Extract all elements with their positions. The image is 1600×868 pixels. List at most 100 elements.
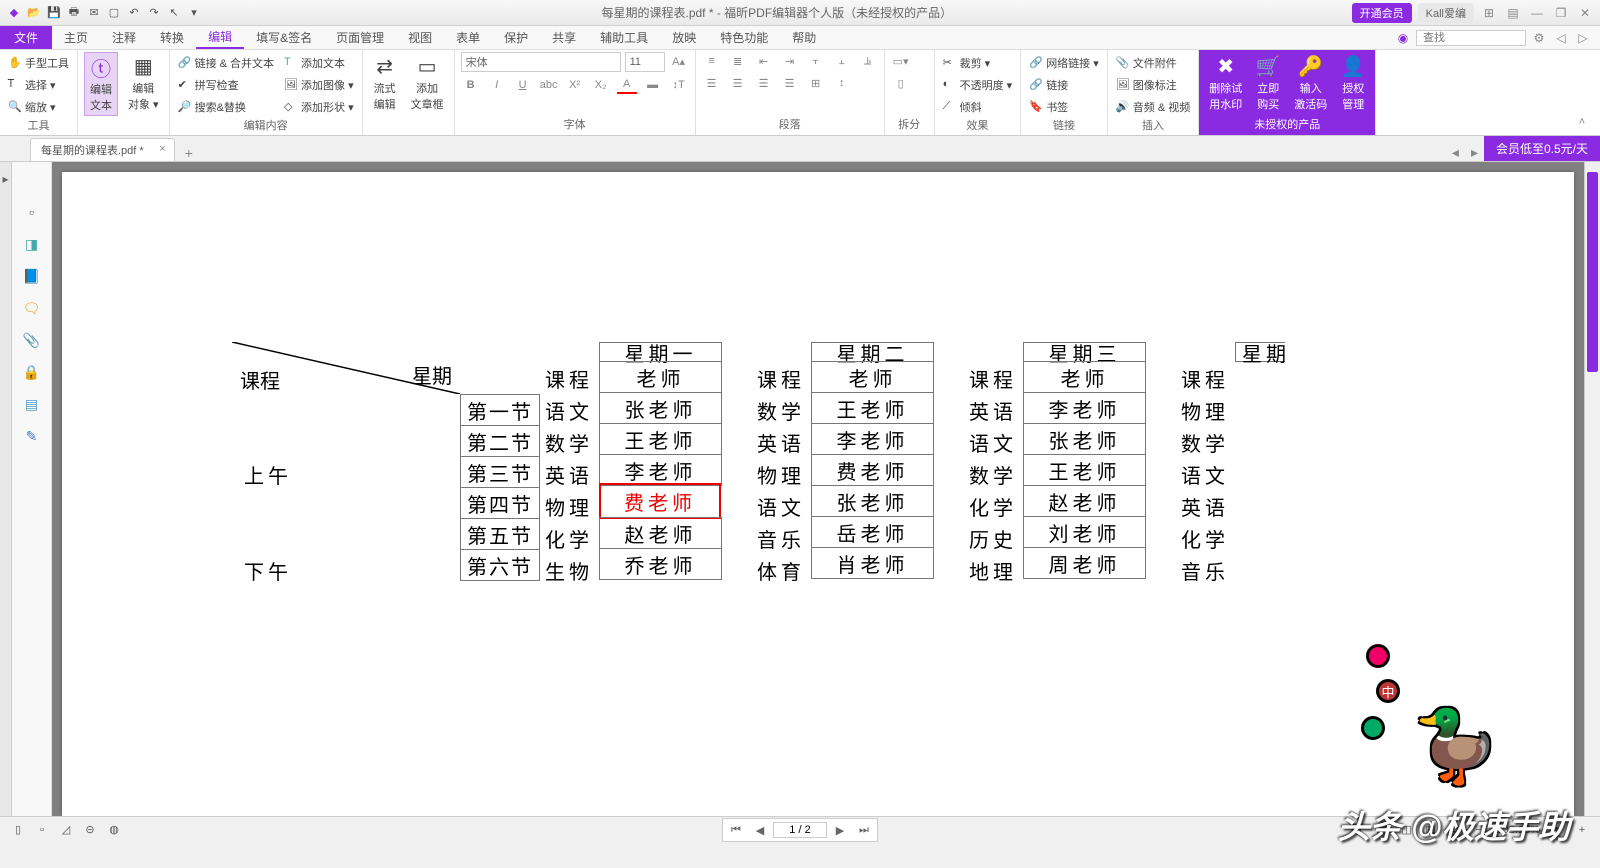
pdf-page[interactable]: 课程 星期 上午 下午 第一节 第二节 第三节 第四节 [62, 172, 1574, 816]
align-top-icon[interactable]: ⫟ [806, 52, 826, 70]
license-mgmt-button[interactable]: 👤授权 管理 [1337, 52, 1369, 114]
tilt-button[interactable]: ⟋倾斜 [941, 98, 1015, 116]
font-size-select[interactable] [625, 52, 665, 72]
member-banner[interactable]: 会员低至0.5元/天 [1484, 136, 1600, 161]
distribute-icon[interactable]: ⊞ [806, 74, 826, 92]
menu-view[interactable]: 视图 [396, 26, 444, 49]
subscript-icon[interactable]: X₂ [591, 76, 611, 94]
page-canvas[interactable]: 课程 星期 上午 下午 第一节 第二节 第三节 第四节 [52, 162, 1584, 816]
bullet-list-icon[interactable]: ≡ [702, 52, 722, 70]
split-h-icon[interactable]: ▭▾ [891, 52, 911, 70]
align-center-icon[interactable]: ☰ [728, 74, 748, 92]
buy-now-button[interactable]: 🛒立即 购买 [1252, 52, 1284, 114]
grid-icon[interactable]: ⊞ [1480, 4, 1498, 22]
remove-watermark-button[interactable]: ✖删除试 用水印 [1205, 52, 1246, 114]
panel-book-icon[interactable]: 📘 [22, 266, 42, 286]
member-badge[interactable]: 开通会员 [1352, 3, 1412, 23]
menu-comment[interactable]: 注释 [100, 26, 148, 49]
ribbon-collapse-icon[interactable]: ˄ [1572, 113, 1592, 131]
outdent-icon[interactable]: ⇤ [754, 52, 774, 70]
email-icon[interactable]: ✉ [86, 5, 102, 21]
panel-sig-icon[interactable]: ✎ [22, 426, 42, 446]
add-image-button[interactable]: 🖼添加图像 ▾ [282, 76, 356, 94]
doc-tab[interactable]: 每星期的课程表.pdf *× [30, 138, 175, 161]
menu-convert[interactable]: 转换 [148, 26, 196, 49]
vertical-scrollbar[interactable] [1584, 162, 1600, 816]
italic-icon[interactable]: I [487, 76, 507, 94]
highlight-icon[interactable]: ▬ [643, 76, 663, 94]
close-tab-icon[interactable]: × [159, 143, 165, 155]
justify-icon[interactable]: ☰ [780, 74, 800, 92]
weblink-button[interactable]: 🔗网络链接 ▾ [1027, 54, 1101, 72]
menu-form[interactable]: 表单 [444, 26, 492, 49]
menu-edit[interactable]: 编辑 [196, 26, 244, 49]
nav-next-icon[interactable]: ▷ [1574, 29, 1592, 47]
select-tool-button[interactable]: Ꭲ选择 ▾ [6, 76, 71, 94]
align-left-icon[interactable]: ☰ [702, 74, 722, 92]
split-v-icon[interactable]: ▯ [891, 74, 911, 92]
search-opts-icon[interactable]: ⚙ [1530, 29, 1548, 47]
article-box-button[interactable]: ▭添加 文章框 [407, 52, 448, 114]
menu-share[interactable]: 共享 [540, 26, 588, 49]
number-list-icon[interactable]: ≣ [728, 52, 748, 70]
restore-icon[interactable]: ❐ [1552, 4, 1570, 22]
first-page-icon[interactable]: ⏮ [725, 821, 747, 839]
menu-access[interactable]: 辅助工具 [588, 26, 660, 49]
add-shape-button[interactable]: ◇添加形状 ▾ [282, 98, 356, 116]
font-family-select[interactable] [461, 52, 621, 72]
spacing-icon[interactable]: ↕T [669, 76, 689, 94]
menu-help[interactable]: 帮助 [780, 26, 828, 49]
prev-page-icon[interactable]: ◀ [749, 821, 771, 839]
zoom-tool-button[interactable]: 🔍缩放 ▾ [6, 98, 71, 116]
zoom-in-icon[interactable]: + [1572, 821, 1592, 839]
redo-icon[interactable]: ↷ [146, 5, 162, 21]
superscript-icon[interactable]: X² [565, 76, 585, 94]
link-merge-button[interactable]: 🔗链接 & 合并文本 [176, 54, 276, 72]
panel-attach-icon[interactable]: 📎 [22, 330, 42, 350]
bold-icon[interactable]: B [461, 76, 481, 94]
line-spacing-icon[interactable]: ↕ [832, 74, 852, 92]
opacity-button[interactable]: ◐不透明度 ▾ [941, 76, 1015, 94]
panel-pages-icon[interactable]: ◨ [22, 234, 42, 254]
grow-font-icon[interactable]: A▴ [669, 52, 689, 70]
new-icon[interactable]: ▢ [106, 5, 122, 21]
sb-icon[interactable]: ◍ [104, 821, 124, 839]
font-color-icon[interactable]: A [617, 76, 637, 94]
scroll-thumb[interactable] [1587, 172, 1598, 372]
left-collapse-handle[interactable]: ▸ [0, 162, 12, 816]
user-badge[interactable]: Kall爱编 [1418, 3, 1474, 23]
tabs-scroll-right-icon[interactable]: ▸ [1465, 144, 1484, 161]
undo-icon[interactable]: ↶ [126, 5, 142, 21]
sb-icon[interactable]: ◿ [56, 821, 76, 839]
teacher-cell-highlighted[interactable]: 费老师 [599, 483, 721, 519]
edit-text-button[interactable]: ⓣ编辑 文本 [84, 52, 118, 116]
menu-protect[interactable]: 保护 [492, 26, 540, 49]
sb-icon[interactable]: ▯ [8, 821, 28, 839]
last-page-icon[interactable]: ⏭ [853, 821, 875, 839]
next-page-icon[interactable]: ▶ [829, 821, 851, 839]
search-input[interactable] [1416, 30, 1526, 46]
edit-object-button[interactable]: ▦编辑 对象 ▾ [124, 52, 163, 114]
qat-dropdown-icon[interactable]: ▾ [186, 5, 202, 21]
layout-icon[interactable]: ▤ [1504, 4, 1522, 22]
crop-button[interactable]: ✂裁剪 ▾ [941, 54, 1015, 72]
tabs-scroll-left-icon[interactable]: ◂ [1446, 144, 1465, 161]
file-menu[interactable]: 文件 [0, 26, 52, 49]
panel-lock-icon[interactable]: 🔒 [22, 362, 42, 382]
add-tab-button[interactable]: + [175, 145, 203, 161]
sb-icon[interactable]: ⊝ [80, 821, 100, 839]
align-mid-icon[interactable]: ⫠ [832, 52, 852, 70]
close-icon[interactable]: ✕ [1576, 4, 1594, 22]
spellcheck-button[interactable]: ✔拼写检查 [176, 76, 276, 94]
image-note-button[interactable]: 🖼图像标注 [1114, 76, 1192, 94]
save-icon[interactable]: 💾 [46, 5, 62, 21]
av-button[interactable]: 🔊音频 & 视频 [1114, 98, 1192, 116]
menu-home[interactable]: 主页 [52, 26, 100, 49]
panel-comment-icon[interactable]: 🗨 [22, 298, 42, 318]
schedule-table[interactable]: 课程 星期 上午 下午 第一节 第二节 第三节 第四节 [232, 342, 1404, 586]
menu-pages[interactable]: 页面管理 [324, 26, 396, 49]
page-input[interactable] [773, 822, 827, 838]
add-text-button[interactable]: T添加文本 [282, 54, 356, 72]
sb-icon[interactable]: ▫ [32, 821, 52, 839]
menu-fillsign[interactable]: 填写&签名 [244, 26, 324, 49]
